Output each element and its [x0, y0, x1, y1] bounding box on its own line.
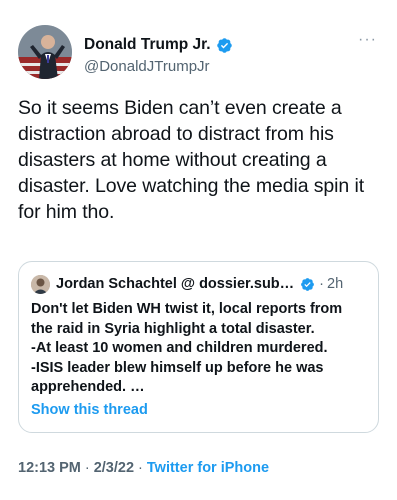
- tweet-header: Donald Trump Jr. @DonaldJTrumpJr ···: [18, 25, 379, 81]
- verified-badge-icon: [216, 37, 232, 53]
- tweet-meta: 12:13 PM · 2/3/22 · Twitter for iPhone: [18, 460, 269, 476]
- more-icon[interactable]: ···: [358, 32, 377, 48]
- quoted-line: -At least 10 women and children murdered…: [31, 340, 328, 356]
- meta-separator: ·: [138, 460, 143, 476]
- quoted-separator: ·: [319, 276, 324, 292]
- tweet-source-link[interactable]: Twitter for iPhone: [147, 460, 269, 476]
- author-display-name[interactable]: Donald Trump Jr.: [84, 36, 211, 54]
- author-block: Donald Trump Jr. @DonaldJTrumpJr: [84, 35, 233, 75]
- quoted-tweet-header: Jordan Schachtel @ dossier.sub… · 2h: [31, 274, 366, 294]
- author-handle[interactable]: @DonaldJTrumpJr: [84, 58, 233, 75]
- verified-badge-icon: [301, 277, 315, 291]
- tweet-date[interactable]: 2/3/22: [94, 460, 134, 476]
- meta-separator: ·: [84, 460, 90, 476]
- quoted-tweet-card[interactable]: Jordan Schachtel @ dossier.sub… · 2h Don…: [18, 261, 379, 433]
- tweet-time[interactable]: 12:13 PM: [18, 460, 81, 476]
- quoted-author-avatar: [31, 274, 50, 294]
- quoted-timestamp: 2h: [327, 276, 344, 292]
- quoted-line: Don't let Biden WH twist it, local repor…: [31, 301, 343, 337]
- quoted-author-name: Jordan Schachtel @ dossier.sub…: [56, 276, 295, 292]
- show-thread-link[interactable]: Show this thread: [31, 402, 366, 418]
- quoted-tweet-text: Don't let Biden WH twist it, local repor…: [31, 300, 366, 398]
- tweet-text: So it seems Biden can’t even create a di…: [18, 97, 365, 223]
- name-row: Donald Trump Jr.: [84, 35, 233, 55]
- author-avatar[interactable]: [18, 25, 72, 79]
- tweet-detail: Donald Trump Jr. @DonaldJTrumpJr ··· So …: [0, 0, 397, 500]
- quoted-line: -ISIS leader blew himself up before he w…: [31, 359, 324, 396]
